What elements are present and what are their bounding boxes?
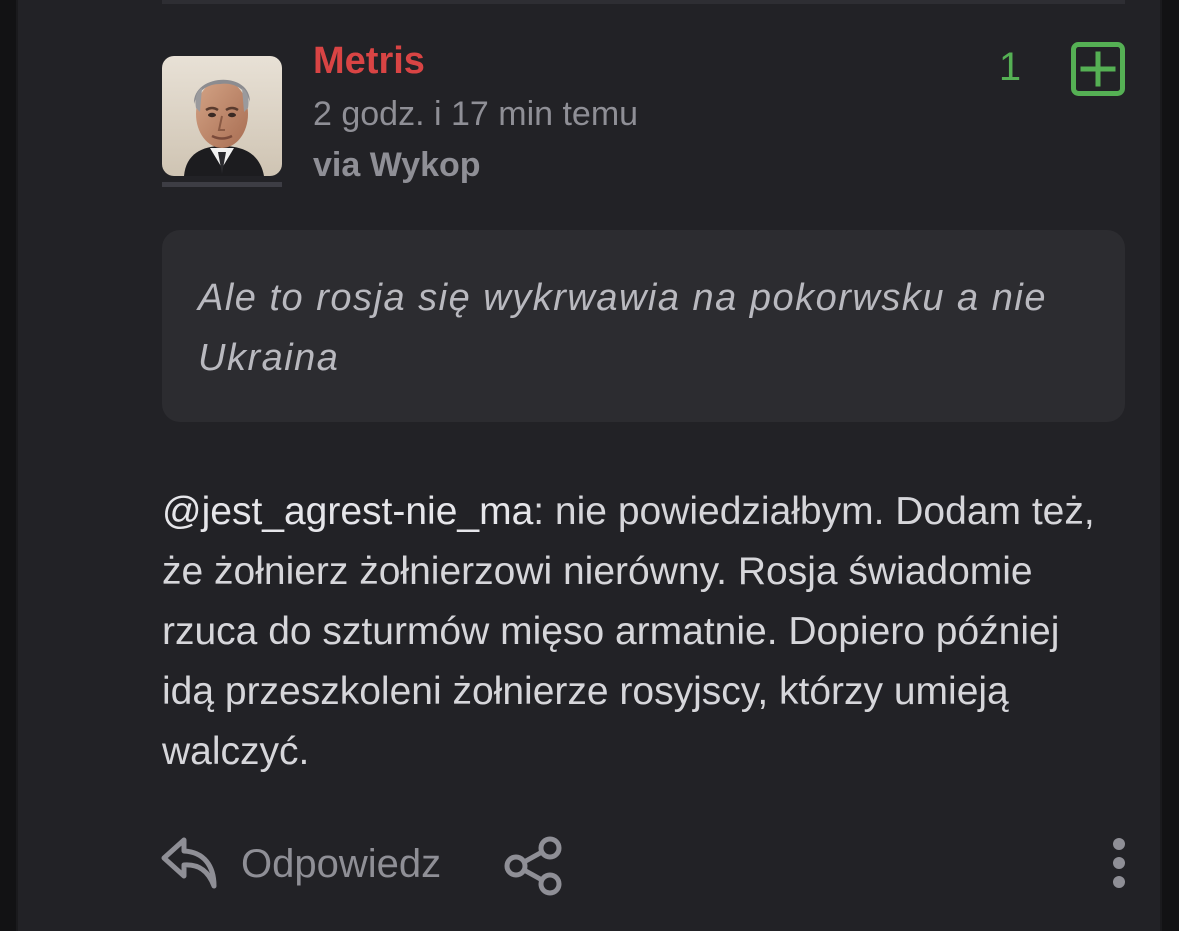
plus-square-icon bbox=[1071, 42, 1125, 96]
quote-block: Ale to rosja się wykrwawia na pokorwsku … bbox=[162, 230, 1125, 422]
source-line: via Wykop bbox=[313, 146, 481, 185]
more-vertical-icon bbox=[1113, 838, 1125, 888]
more-options-button[interactable] bbox=[1106, 836, 1132, 892]
divider bbox=[162, 0, 1125, 4]
reply-link[interactable]: Odpowiedz bbox=[241, 842, 441, 887]
avatar-underline bbox=[162, 182, 282, 187]
upvote-button[interactable] bbox=[1071, 42, 1125, 96]
source-prefix: via bbox=[313, 146, 361, 184]
comment-body: @jest_agrest-nie_ma: nie powiedziałbym. … bbox=[162, 482, 1122, 782]
vote-count: 1 bbox=[998, 45, 1022, 89]
share-button[interactable] bbox=[502, 836, 564, 896]
user-mention[interactable]: @jest_agrest-nie_ma bbox=[162, 490, 533, 533]
source-name[interactable]: Wykop bbox=[370, 146, 481, 184]
quote-text: Ale to rosja się wykrwawia na pokorwsku … bbox=[198, 277, 1047, 379]
timestamp: 2 godz. i 17 min temu bbox=[313, 95, 639, 133]
reply-arrow-icon bbox=[161, 837, 217, 889]
avatar-image bbox=[162, 56, 282, 176]
reply-button[interactable] bbox=[160, 836, 218, 890]
avatar[interactable] bbox=[162, 56, 282, 176]
author-name[interactable]: Metris bbox=[313, 40, 425, 83]
share-icon bbox=[504, 836, 562, 896]
